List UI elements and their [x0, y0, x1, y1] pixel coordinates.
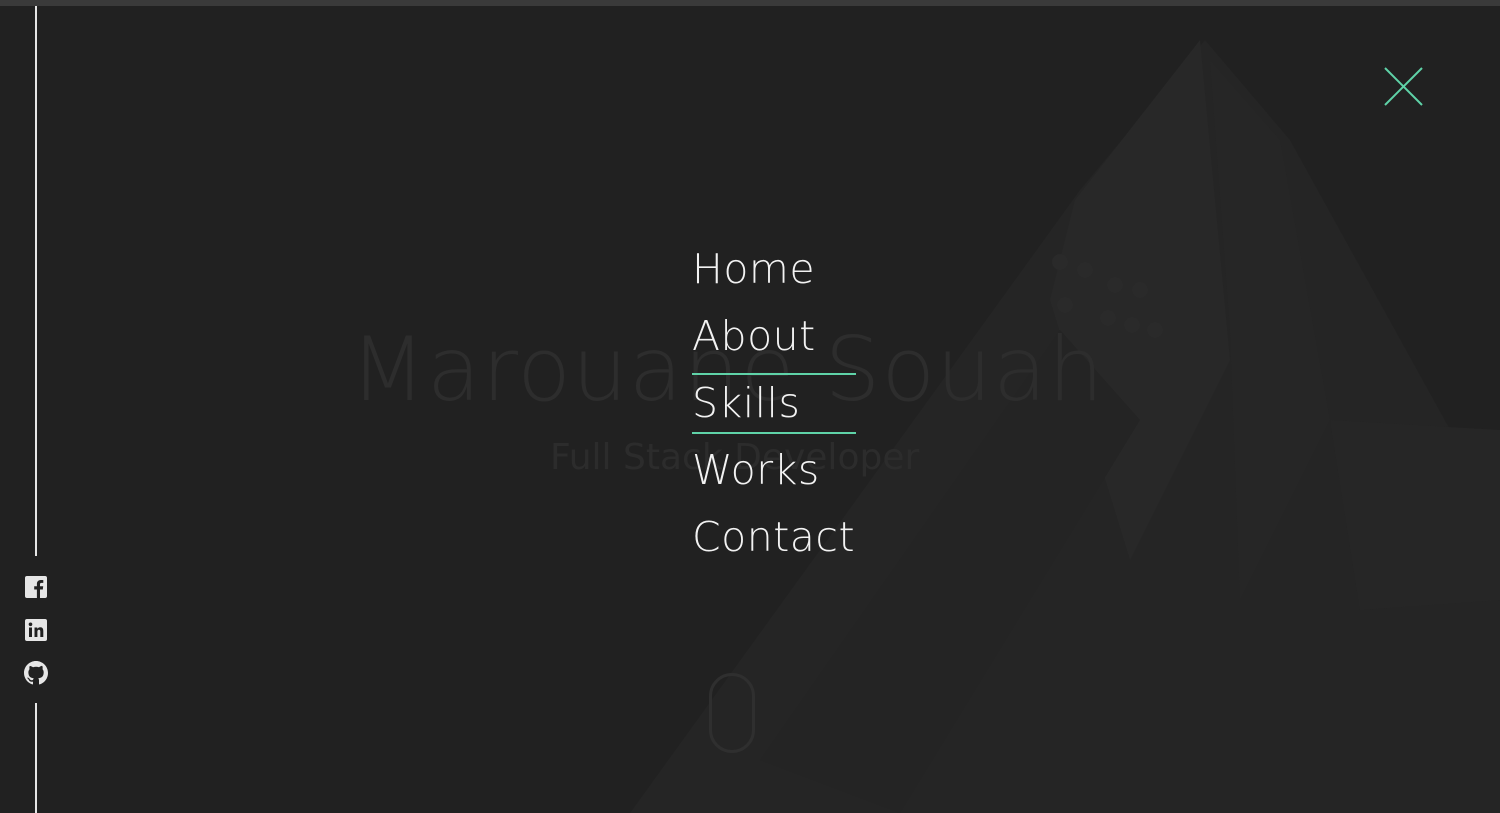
linkedin-link[interactable] [24, 618, 48, 642]
close-icon [1384, 67, 1423, 106]
menu-item-works[interactable]: Works [692, 441, 892, 508]
menu-item-about[interactable]: About [692, 307, 892, 374]
linkedin-icon [25, 619, 47, 641]
menu-overlay: Marouane Souah Full Stack Developer Home [0, 0, 1500, 813]
nav-menu: Home About Skills Works Contact [692, 240, 892, 575]
rail-line-bottom [35, 703, 37, 813]
github-icon [24, 661, 48, 685]
rail-line-top [35, 6, 37, 556]
menu-item-contact[interactable]: Contact [692, 508, 892, 575]
facebook-icon [25, 576, 47, 598]
facebook-link[interactable] [24, 575, 48, 599]
scroll-indicator-icon [709, 673, 755, 753]
menu-item-home[interactable]: Home [692, 240, 892, 307]
close-menu-button[interactable] [1378, 62, 1428, 112]
menu-item-skills[interactable]: Skills [692, 373, 892, 441]
github-link[interactable] [24, 661, 48, 685]
